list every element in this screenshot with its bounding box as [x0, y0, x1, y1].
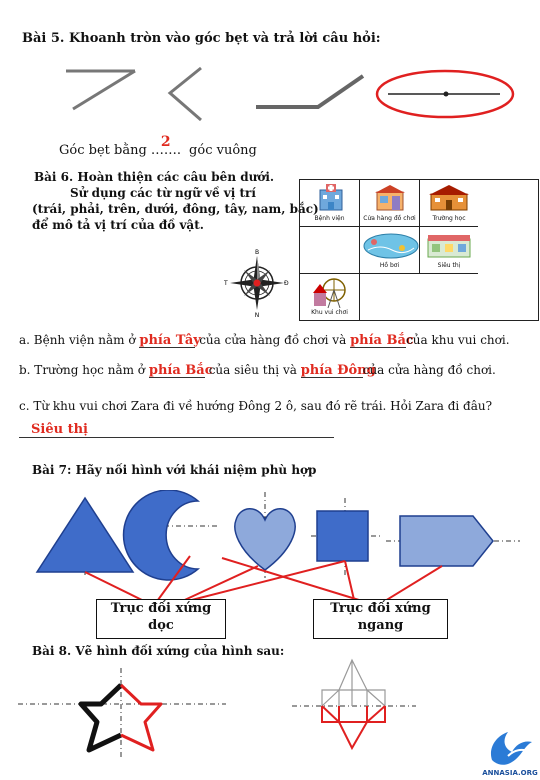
hospital-icon: [319, 184, 343, 211]
cell-school-label: Trường học: [432, 215, 466, 222]
crescent-shape: [122, 490, 201, 581]
b6-line3: (trái, phải, trên, dưới, đông, tây, nam,…: [32, 202, 319, 216]
b5-q-pre: Góc bẹt bằng: [59, 143, 147, 158]
cell-school: Trường học: [420, 180, 478, 227]
b7-title: Bài 7: Hãy nối hình với khái niệm phù hợ…: [32, 463, 317, 477]
square-shape: [316, 510, 369, 562]
qc-answer-line[interactable]: Siêu thị: [19, 422, 334, 438]
angle-2: [167, 66, 202, 122]
cell-pool-label: Hồ bơi: [379, 262, 400, 269]
cell-market-label: Siêu thị: [437, 262, 461, 269]
b6-title: Bài 6. Hoàn thiện các câu bên dưới.: [34, 170, 275, 184]
cell-pool: Hồ bơi: [360, 227, 420, 274]
cell-empty-1: [300, 227, 360, 274]
b5-angles: [66, 66, 515, 122]
house-bottom-half: [321, 705, 386, 751]
compass-e: Đ: [284, 280, 289, 287]
star-left-half: [78, 683, 123, 753]
map-grid: Bệnh viện Cửa hàng đồ chơi Trường học Hồ…: [299, 179, 539, 321]
compass-s: N: [255, 312, 260, 318]
b7-shapes: [35, 490, 520, 605]
box-vertical-axis[interactable]: Trục đối xứng dọc: [96, 599, 226, 639]
b6-question-b: b. Trường học nằm ở phía Bắc của siêu th…: [19, 363, 496, 378]
school-icon: [429, 185, 469, 211]
cell-toystore: Cửa hàng đồ chơi: [360, 180, 420, 227]
angle-straight: [375, 69, 515, 119]
b5-q-post: góc vuông: [189, 143, 257, 158]
house-top-half: [321, 658, 386, 707]
triangle-shape: [35, 496, 135, 573]
compass-w: T: [223, 280, 228, 287]
market-icon: [427, 235, 471, 258]
annasia-logo-icon: ANNASIA.ORG: [482, 732, 538, 777]
cell-toystore-label: Cửa hàng đồ chơi: [363, 215, 416, 222]
pentagon-arrow-shape: [399, 515, 494, 567]
b6-question-c: c. Từ khu vui chơi Zara đi về hướng Đông…: [19, 399, 493, 413]
qc-answer: Siêu thị: [31, 422, 88, 437]
b6-question-a: a. Bệnh viện nằm ở phía Tây của cửa hàng…: [19, 333, 510, 348]
b5-title: Bài 5. Khoanh tròn vào góc bẹt và trả lờ…: [22, 31, 381, 46]
qa-answer-1[interactable]: phía Tây: [139, 334, 201, 348]
park-icon: [313, 278, 346, 309]
qb-answer-1[interactable]: phía Bắc: [148, 364, 213, 378]
b5-answer-slot[interactable]: ……. 2: [151, 134, 185, 158]
cell-market: Siêu thị: [420, 227, 478, 274]
compass-n: B: [255, 249, 259, 256]
angle-3: [256, 74, 365, 109]
b5-question: Góc bẹt bằng ……. 2 góc vuông: [59, 134, 257, 158]
b6-line2: Sử dụng các từ ngữ về vị trí: [70, 186, 256, 200]
cell-park-label: Khu vui chơi: [311, 309, 348, 316]
angle-1: [66, 69, 136, 111]
logo-text: ANNASIA.ORG: [482, 769, 538, 777]
cell-park: Khu vui chơi: [300, 274, 360, 320]
b8-figures: [18, 658, 416, 758]
b5-answer: 2: [160, 134, 171, 150]
cell-hospital: Bệnh viện: [300, 180, 360, 227]
compass-icon: B N T Đ: [223, 249, 289, 318]
box-horizontal-axis[interactable]: Trục đối xứng ngang: [313, 599, 448, 639]
cell-empty-2: [360, 274, 420, 320]
qb-answer-2[interactable]: phía Đông: [300, 364, 376, 378]
pool-icon: [363, 233, 419, 259]
toystore-icon: [375, 185, 405, 211]
star-right-half: [119, 683, 163, 752]
cell-hospital-label: Bệnh viện: [314, 215, 345, 222]
qa-answer-2[interactable]: phía Bắc: [350, 334, 414, 348]
b6-line4: để mô tả vị trí của đồ vật.: [32, 218, 204, 232]
